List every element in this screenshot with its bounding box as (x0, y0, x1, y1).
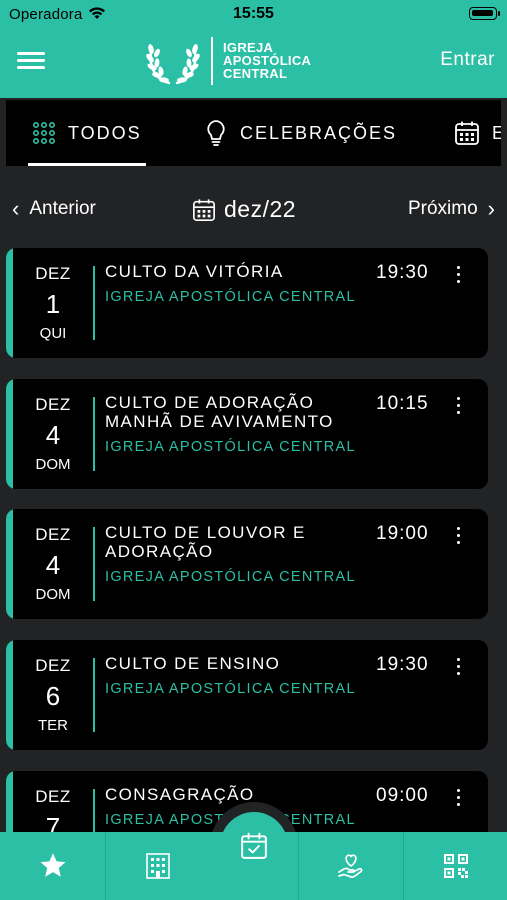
event-time: 19:30 (376, 654, 429, 675)
more-options-icon[interactable] (453, 527, 463, 547)
grid-dots-icon (32, 121, 55, 144)
event-month: DEZ (35, 787, 71, 806)
event-card[interactable]: DEZ 6 TER CULTO DE ENSINO IGREJA APOSTÓL… (6, 640, 488, 750)
event-title: CULTO DE LOUVOR E ADORAÇÃO (105, 523, 306, 561)
event-church: IGREJA APOSTÓLICA CENTRAL (105, 439, 356, 455)
tab-label: E (492, 122, 501, 143)
heart-hand-icon (338, 854, 363, 878)
brand-name: IGREJA APOSTÓLICA CENTRAL (223, 40, 312, 81)
event-time: 09:00 (376, 785, 429, 806)
event-weekday: DOM (35, 456, 71, 473)
event-card[interactable]: DEZ 4 DOM CULTO DE LOUVOR E ADORAÇÃO IGR… (6, 509, 488, 619)
card-divider (93, 527, 95, 601)
card-accent (6, 248, 13, 358)
event-month: DEZ (35, 525, 71, 544)
lightbulb-icon (207, 120, 225, 146)
more-options-icon[interactable] (453, 266, 463, 286)
event-weekday: TER (38, 717, 68, 734)
event-month: DEZ (35, 656, 71, 675)
more-options-icon[interactable] (453, 658, 463, 678)
event-day: 4 (45, 420, 61, 450)
menu-button[interactable] (17, 52, 45, 70)
nav-agenda-button[interactable] (220, 812, 288, 880)
star-icon (40, 853, 65, 877)
event-card[interactable]: DEZ 4 DOM CULTO DE ADORAÇÃO MANHÃ DE AVI… (6, 379, 488, 489)
event-weekday: DOM (35, 586, 71, 603)
event-time: 10:15 (376, 393, 429, 414)
event-church: IGREJA APOSTÓLICA CENTRAL (105, 681, 356, 697)
tab-todos[interactable]: TODOS (28, 100, 146, 166)
event-title: CONSAGRAÇÃO (105, 785, 255, 804)
event-time: 19:00 (376, 523, 429, 544)
app-logo: IGREJA APOSTÓLICA CENTRAL (145, 35, 345, 87)
event-time: 19:30 (376, 262, 429, 283)
event-weekday: QUI (39, 325, 67, 342)
event-month: DEZ (35, 395, 71, 414)
card-divider (93, 397, 95, 471)
card-divider (93, 658, 95, 732)
card-divider (93, 266, 95, 340)
event-title: CULTO DA VITÓRIA (105, 262, 284, 281)
nav-qr-code[interactable] (404, 832, 507, 900)
card-accent (6, 509, 13, 619)
tab-label: TODOS (68, 122, 142, 143)
card-accent (6, 640, 13, 750)
category-tabs: TODOS CELEBRAÇÕES E (6, 100, 501, 166)
event-month: DEZ (35, 264, 71, 283)
chevron-left-icon: ‹ (12, 196, 20, 221)
calendar-check-icon (241, 832, 267, 859)
login-button[interactable]: Entrar (440, 49, 495, 71)
qr-code-icon (443, 854, 468, 878)
event-title: CULTO DE ENSINO (105, 654, 281, 673)
month-navigation: ‹ Anterior dez/22 Próximo › (0, 188, 507, 232)
current-month-label: dez/22 (224, 196, 297, 222)
more-options-icon[interactable] (453, 397, 463, 417)
event-card[interactable]: DEZ 1 QUI CULTO DA VITÓRIA IGREJA APOSTÓ… (6, 248, 488, 358)
logo-divider (211, 37, 213, 85)
next-label: Próximo (407, 198, 478, 219)
clock: 15:55 (233, 5, 274, 22)
previous-label: Anterior (29, 198, 96, 219)
status-bar: Operadora 15:55 (0, 0, 507, 30)
chevron-right-icon: › (487, 196, 495, 221)
card-accent (6, 379, 13, 489)
event-day: 1 (45, 289, 61, 319)
event-title: CULTO DE ADORAÇÃO MANHÃ DE AVIVAMENTO (105, 393, 334, 431)
battery-icon (469, 7, 500, 20)
laurel-wreath-icon (146, 44, 200, 85)
event-church: IGREJA APOSTÓLICA CENTRAL (105, 289, 356, 305)
event-day: 4 (45, 550, 61, 580)
calendar-icon (193, 198, 215, 221)
calendar-icon (455, 121, 479, 145)
next-month-button[interactable]: Próximo › (408, 198, 495, 220)
nav-favorites[interactable] (0, 832, 105, 900)
nav-donations[interactable] (299, 832, 403, 900)
tab-eventos[interactable]: E (454, 100, 501, 166)
more-options-icon[interactable] (453, 789, 463, 809)
building-icon (146, 853, 170, 879)
tab-label: CELEBRAÇÕES (240, 122, 398, 143)
current-month[interactable]: dez/22 (192, 196, 296, 223)
tab-celebracoes[interactable]: CELEBRAÇÕES (204, 100, 397, 166)
event-church: IGREJA APOSTÓLICA CENTRAL (105, 569, 356, 585)
event-day: 6 (45, 681, 61, 711)
nav-church[interactable] (106, 832, 210, 900)
previous-month-button[interactable]: ‹ Anterior (12, 198, 96, 220)
